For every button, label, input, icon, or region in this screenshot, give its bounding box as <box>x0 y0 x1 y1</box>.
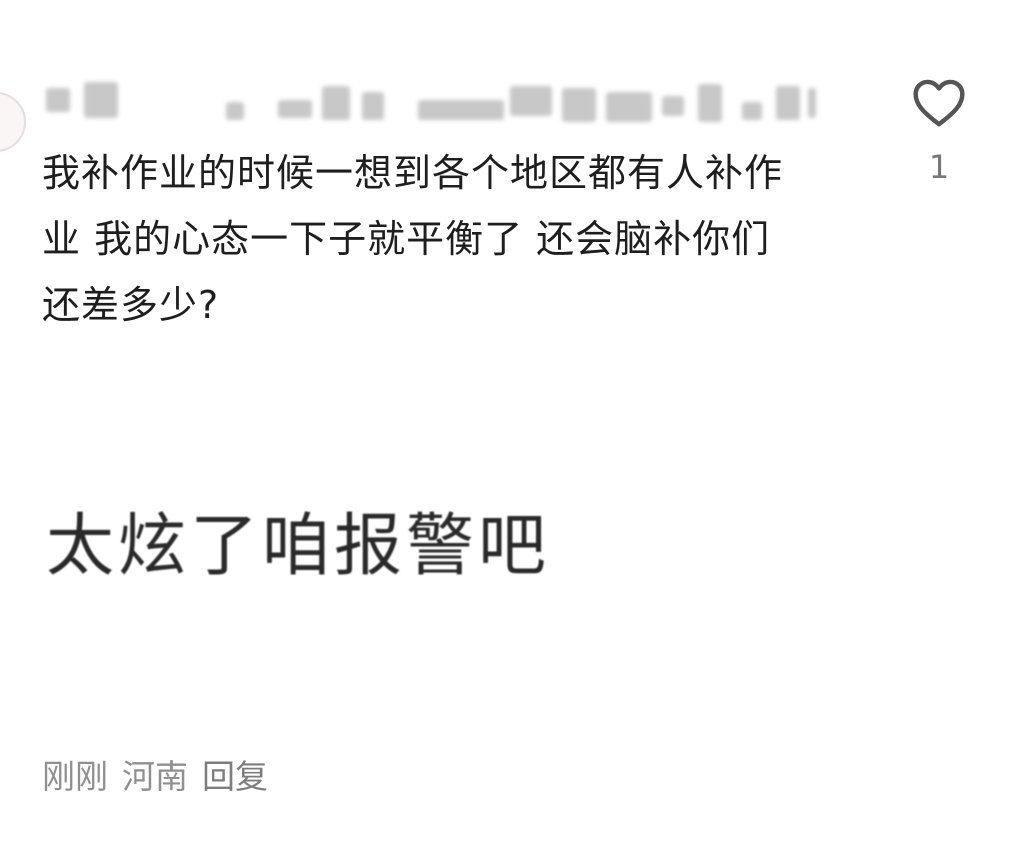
comment-text: 我补作业的时候一想到各个地区都有人补作 业 我的心态一下子就平衡了 还会脑补你们… <box>42 151 784 327</box>
avatar[interactable] <box>0 92 26 152</box>
username-blurred[interactable] <box>46 82 836 126</box>
comment-meta: 刚刚 河南 回复 <box>42 752 282 796</box>
comment-time: 刚刚 <box>42 757 108 796</box>
sticker-image-text[interactable]: 太炫了咱报警吧 <box>46 502 550 592</box>
comment-location: 河南 <box>122 757 188 796</box>
like-button[interactable]: 1 <box>906 76 972 202</box>
reply-button[interactable]: 回复 <box>202 750 268 798</box>
heart-outline-icon[interactable] <box>911 76 967 128</box>
like-count: 1 <box>928 148 950 186</box>
